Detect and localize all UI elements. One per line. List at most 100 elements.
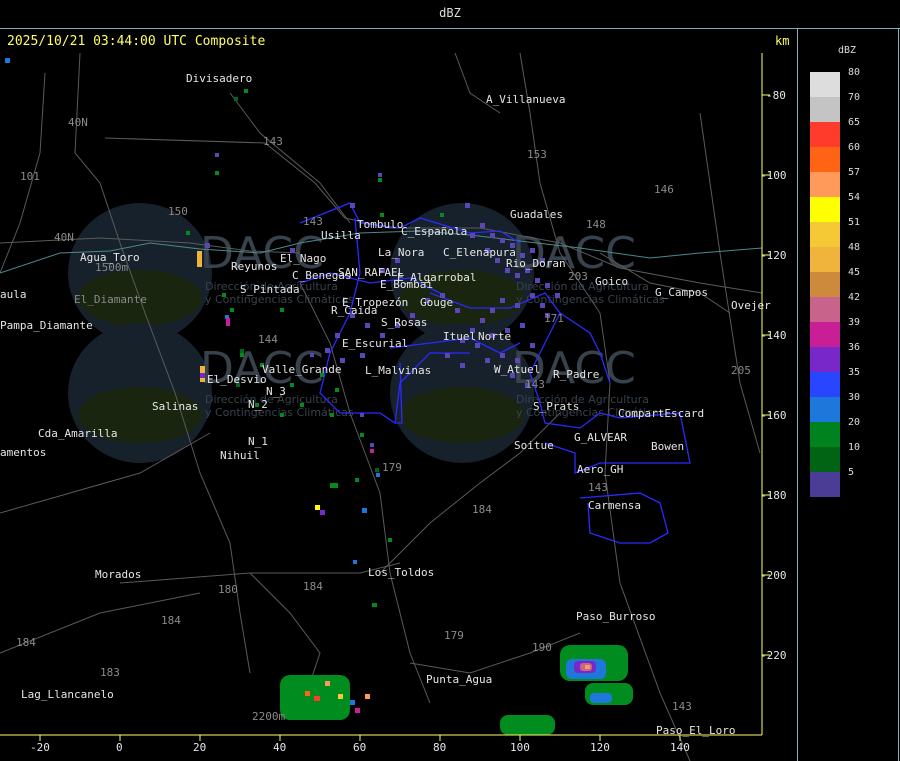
route-label: 184	[303, 580, 323, 593]
place-label: aula	[0, 288, 27, 301]
legend-swatch	[810, 72, 840, 97]
legend-label: 80	[848, 67, 861, 78]
place-label: G_Campos	[655, 286, 708, 299]
legend-label: 60	[848, 142, 861, 153]
panel-divider	[797, 28, 798, 761]
legend-swatch	[810, 372, 840, 397]
place-label: Nihuil	[220, 449, 260, 462]
place-label: C_Española	[401, 225, 467, 238]
legend-label: 5	[848, 467, 855, 478]
place-label: Los_Toldos	[368, 566, 434, 579]
place-label: Divisadero	[186, 72, 252, 85]
route-label: 146	[654, 183, 674, 196]
route-label: 150	[168, 205, 188, 218]
route-label: 101	[20, 170, 40, 183]
watermark-subtitle: y Contingencias Climáticas	[205, 406, 354, 419]
y-tick-label: -100	[760, 169, 787, 182]
place-label: Paso_Burroso	[576, 610, 655, 623]
x-tick-label: 0	[116, 741, 123, 754]
place-label: Norte	[478, 330, 511, 343]
place-label: Ovejer	[731, 299, 771, 312]
place-label: Soitue	[514, 439, 554, 452]
y-tick-label: -220	[760, 649, 787, 662]
x-tick-label: 120	[590, 741, 610, 754]
place-label: Carmensa	[588, 499, 641, 512]
y-tick-label: -200	[760, 569, 787, 582]
place-label: Salinas	[152, 400, 198, 413]
x-tick-label: 80	[433, 741, 446, 754]
x-tick-label: 20	[193, 741, 206, 754]
route-label: 183	[100, 666, 120, 679]
legend-swatch	[810, 147, 840, 172]
y-tick-label: -160	[760, 409, 787, 422]
x-tick-label: 140	[670, 741, 690, 754]
legend-label: 35	[848, 367, 861, 378]
place-label: Gouge	[420, 296, 453, 309]
route-label: 205	[731, 364, 751, 377]
legend-label: 65	[848, 117, 861, 128]
place-label: W_Atuel	[494, 363, 540, 376]
legend-swatch	[810, 422, 840, 447]
x-tick-label: 40	[273, 741, 286, 754]
route-label: 203	[568, 270, 588, 283]
route-label: 184	[472, 503, 492, 516]
route-label: 143	[588, 481, 608, 494]
place-label: Ituel	[443, 330, 476, 343]
legend-label: 57	[848, 167, 861, 178]
legend-label: 42	[848, 292, 861, 303]
place-label: N_3	[266, 385, 286, 398]
x-tick-label: 60	[353, 741, 366, 754]
legend-swatch	[810, 197, 840, 222]
route-label: 143	[672, 700, 692, 713]
place-label: Morados	[95, 568, 141, 581]
x-tick-label: 100	[510, 741, 530, 754]
legend-swatch	[810, 97, 840, 122]
y-tick-label: -80	[766, 89, 786, 102]
legend-swatch	[810, 297, 840, 322]
route-label: 180	[218, 583, 238, 596]
legend-swatch	[810, 397, 840, 422]
y-tick-label: -140	[760, 329, 787, 342]
route-label: 148	[586, 218, 606, 231]
place-label: N_1	[248, 435, 268, 448]
legend-swatch	[810, 122, 840, 147]
place-label: Paso_El_Loro	[656, 724, 735, 737]
route-label: 40N	[68, 116, 88, 129]
legend-label: 48	[848, 242, 861, 253]
right-border	[898, 28, 899, 761]
elevation-label: 2200m	[252, 710, 285, 723]
x-tick-label: -20	[30, 741, 50, 754]
product-header: dBZ	[0, 0, 900, 29]
legend-label: 51	[848, 217, 861, 228]
legend-label: 54	[848, 192, 861, 203]
place-label: E_Escurial	[342, 337, 408, 350]
radar-frame: dBZ 2025/10/21 03:44:00 UTC Composite km…	[0, 0, 900, 761]
place-label: Tombulo	[357, 218, 403, 231]
radar-map[interactable]: DACC Dirección de Agricultura y Continge…	[0, 53, 797, 761]
y-tick-label: -120	[760, 249, 787, 262]
legend-swatch	[810, 447, 840, 472]
legend-label: 39	[848, 317, 861, 328]
route-label: 179	[444, 629, 464, 642]
legend-swatch	[810, 172, 840, 197]
legend-label: 45	[848, 267, 861, 278]
place-label: Bowen	[651, 440, 684, 453]
route-label: 171	[544, 312, 564, 325]
unit-label-top: km	[775, 34, 790, 48]
legend-label: 10	[848, 442, 861, 453]
place-label: Punta_Agua	[426, 673, 492, 686]
place-label: E_Bombai	[380, 278, 433, 291]
place-label: S_Pintada	[240, 283, 300, 296]
route-label: 184	[161, 614, 181, 627]
place-label: G_ALVEAR	[574, 431, 627, 444]
timestamp-label: 2025/10/21 03:44:00 UTC Composite	[7, 34, 266, 49]
place-label: Guadales	[510, 208, 563, 221]
product-title: dBZ	[439, 6, 461, 20]
place-label: S_Prats	[533, 400, 579, 413]
place-label: C_Elenapura	[443, 246, 516, 259]
place-label: N_2	[248, 398, 268, 411]
route-label: 153	[527, 148, 547, 161]
legend-title: dBZ	[838, 45, 857, 56]
route-label: 144	[258, 333, 278, 346]
place-label: Goico	[595, 275, 628, 288]
